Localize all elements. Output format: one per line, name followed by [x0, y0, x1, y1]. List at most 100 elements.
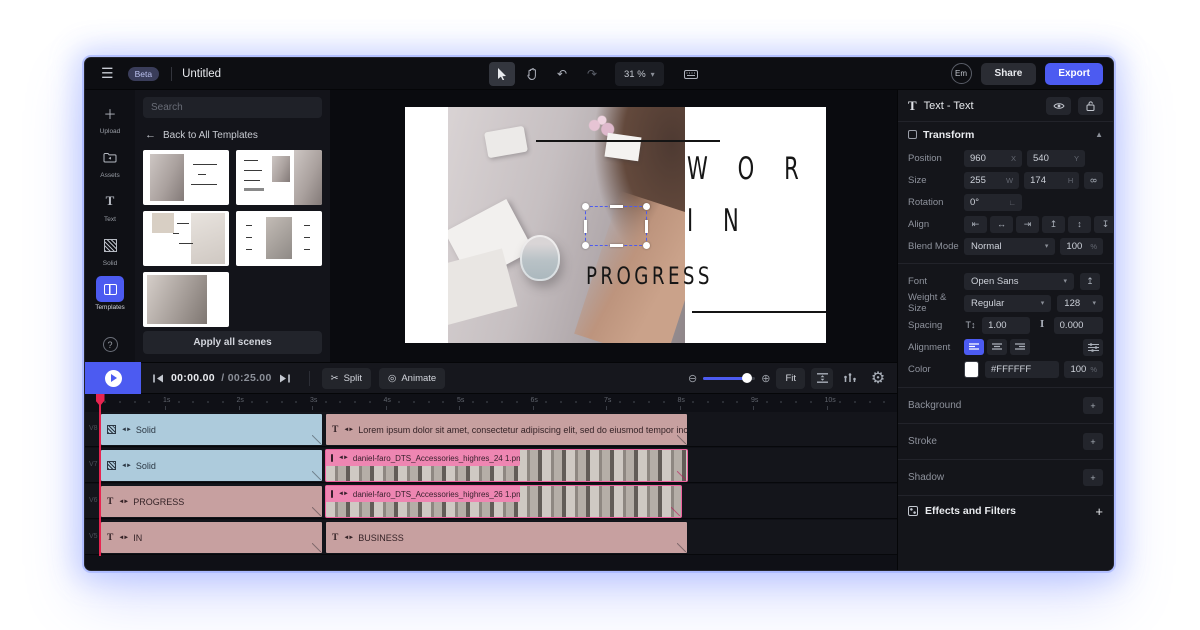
selection-handle[interactable]	[645, 220, 648, 233]
settings-gear-icon[interactable]: ⚙	[867, 368, 889, 389]
upload-font-icon[interactable]: ↥	[1080, 273, 1100, 290]
clip-solid[interactable]: ◄► Solid	[100, 413, 323, 446]
hand-tool-button[interactable]	[519, 62, 545, 86]
position-y-field[interactable]: 540Y	[1027, 150, 1085, 167]
search-input[interactable]	[143, 97, 322, 118]
shadow-section: Shadow +	[908, 460, 1103, 495]
timeline-ruler[interactable]: 1s2s3s4s5s6s7s8s9s10s11	[85, 394, 897, 412]
align-center-h-button[interactable]: ↔	[990, 216, 1013, 233]
selection-handle[interactable]	[610, 244, 623, 247]
animate-button[interactable]: ◎Animate	[379, 368, 445, 389]
clip-text-lorem[interactable]: T◄► Lorem ipsum dolor sit amet, consecte…	[325, 413, 688, 446]
zoom-in-icon[interactable]: ⊕	[761, 372, 770, 385]
size-h-field[interactable]: 174H	[1024, 172, 1079, 189]
selection-handle[interactable]	[643, 203, 650, 210]
align-top-button[interactable]: ↥	[1042, 216, 1065, 233]
selection-box[interactable]	[585, 206, 647, 246]
text-clip-icon: T	[332, 425, 338, 435]
playhead[interactable]	[99, 394, 101, 556]
selection-handle[interactable]	[643, 242, 650, 249]
add-stroke-button[interactable]: +	[1083, 433, 1103, 450]
blend-opacity-field[interactable]: 100%	[1060, 238, 1103, 255]
rotation-field[interactable]: 0°∟	[964, 194, 1022, 211]
video-canvas[interactable]: W O R I N PROGRESS	[405, 107, 826, 343]
selection-handle[interactable]	[582, 203, 589, 210]
avatar[interactable]: Em	[951, 63, 972, 84]
tracks-mixer-icon[interactable]	[839, 368, 861, 389]
color-hex-field[interactable]: #FFFFFF	[985, 361, 1059, 378]
play-button[interactable]	[85, 362, 141, 394]
link-dimensions-button[interactable]: 8	[1084, 172, 1103, 189]
font-size-dropdown[interactable]: 128	[1057, 295, 1103, 312]
clip-text-business[interactable]: T◄► BUSINESS	[325, 521, 688, 554]
selection-handle[interactable]	[610, 205, 623, 208]
menu-icon[interactable]: ☰	[101, 65, 114, 82]
zoom-out-icon[interactable]: ⊖	[688, 372, 697, 385]
clip-image-26[interactable]: ◄► daniel-faro_DTS_Accessories_highres_2…	[325, 485, 682, 518]
sidebar-item-assets[interactable]: Assets	[96, 144, 124, 179]
lock-button[interactable]	[1078, 97, 1103, 115]
canvas-text-in[interactable]: I N	[687, 203, 750, 239]
sidebar-item-templates[interactable]: Templates	[95, 276, 125, 311]
zoom-level-dropdown[interactable]: 31 %	[615, 62, 664, 86]
share-button[interactable]: Share	[981, 63, 1037, 85]
template-thumbnail-4[interactable]	[236, 211, 322, 266]
canvas-text-progress[interactable]: PROGRESS	[586, 262, 713, 290]
template-thumbnail-2[interactable]	[236, 150, 322, 205]
clip-image-24[interactable]: ◄► daniel-faro_DTS_Accessories_highres_2…	[325, 449, 688, 482]
fit-button[interactable]: Fit	[776, 368, 805, 389]
skip-to-start-icon[interactable]	[153, 374, 164, 383]
undo-icon[interactable]: ↶	[549, 62, 575, 86]
project-title[interactable]: Untitled	[182, 68, 221, 80]
text-align-left-button[interactable]	[964, 339, 984, 355]
align-left-button[interactable]: ⇤	[964, 216, 987, 233]
template-thumbnail-1[interactable]	[143, 150, 229, 205]
size-w-field[interactable]: 255W	[964, 172, 1019, 189]
canvas-text-wor[interactable]: W O R	[687, 151, 810, 187]
align-right-button[interactable]: ⇥	[1016, 216, 1039, 233]
sidebar-item-solid[interactable]: Solid	[96, 232, 124, 267]
clip-text-progress[interactable]: T◄► PROGRESS	[100, 485, 323, 518]
add-shadow-button[interactable]: +	[1083, 469, 1103, 486]
color-opacity-field[interactable]: 100%	[1064, 361, 1103, 378]
clip-text-in[interactable]: T◄► IN	[100, 521, 323, 554]
select-tool-button[interactable]	[489, 62, 515, 86]
selection-handle[interactable]	[584, 220, 587, 233]
color-swatch[interactable]	[964, 361, 979, 378]
text-options-icon[interactable]	[1083, 339, 1103, 356]
stroke-section: Stroke +	[908, 424, 1103, 459]
sidebar-item-text[interactable]: T Text	[96, 188, 124, 223]
redo-icon[interactable]: ↷	[579, 62, 605, 86]
font-dropdown[interactable]: Open Sans	[964, 273, 1074, 290]
selection-handle[interactable]	[582, 242, 589, 249]
clip-solid[interactable]: ◄► Solid	[100, 449, 323, 482]
export-button[interactable]: Export	[1045, 63, 1103, 85]
timeline-zoom-slider[interactable]	[703, 377, 755, 380]
split-button[interactable]: ✂Split	[322, 368, 371, 389]
template-thumbnail-5[interactable]	[143, 272, 229, 327]
apply-all-scenes-button[interactable]: Apply all scenes	[143, 331, 322, 354]
position-x-field[interactable]: 960X	[964, 150, 1022, 167]
font-weight-dropdown[interactable]: Regular	[964, 295, 1051, 312]
help-icon[interactable]: ?	[103, 337, 118, 352]
effects-and-filters-section[interactable]: Effects and Filters +	[908, 496, 1103, 526]
back-to-templates-button[interactable]: ← Back to All Templates	[145, 129, 320, 141]
sidebar-item-upload[interactable]: ＋ Upload	[96, 100, 124, 135]
text-align-center-button[interactable]	[987, 339, 1007, 355]
text-align-right-button[interactable]	[1010, 339, 1030, 355]
decor-line-bottom	[692, 311, 826, 313]
line-height-field[interactable]: 1.00	[982, 317, 1029, 334]
template-thumbnail-3[interactable]	[143, 211, 229, 266]
back-arrow-icon: ←	[145, 129, 156, 141]
align-bottom-button[interactable]: ↧	[1094, 216, 1113, 233]
blend-mode-dropdown[interactable]: Normal	[964, 238, 1055, 255]
fit-tracks-icon[interactable]	[811, 368, 833, 389]
skip-to-end-icon[interactable]	[279, 374, 290, 383]
visibility-button[interactable]	[1046, 97, 1071, 115]
keyboard-shortcuts-icon[interactable]	[678, 62, 704, 86]
transform-section-header[interactable]: Transform ▲	[908, 122, 1103, 147]
align-middle-button[interactable]: ↕	[1068, 216, 1091, 233]
add-background-button[interactable]: +	[1083, 397, 1103, 414]
add-effects-button[interactable]: +	[1095, 504, 1103, 519]
letter-spacing-field[interactable]: 0.000	[1054, 317, 1103, 334]
